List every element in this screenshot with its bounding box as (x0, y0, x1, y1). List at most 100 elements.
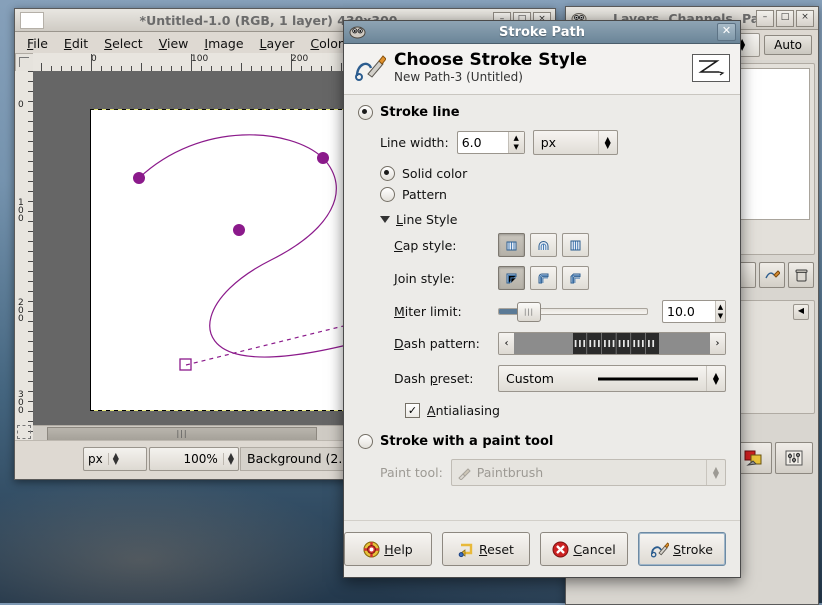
stroke-rest: troke (681, 541, 713, 557)
butt-cap-icon[interactable] (498, 233, 525, 257)
vruler-label-200: 200 (18, 298, 24, 324)
dash-scroll-left-icon[interactable]: ‹ (499, 333, 514, 354)
miter-limit-slider[interactable]: ||| (498, 302, 648, 322)
pattern-radio-row[interactable]: Pattern (380, 187, 726, 202)
bevel-join-icon[interactable] (562, 266, 589, 290)
cancel-button[interactable]: Cancel (540, 532, 628, 566)
vertical-ruler[interactable]: 0 100 200 300 (15, 71, 34, 441)
chevron-updown-icon: ▲ ▼ (107, 452, 119, 466)
dialog-header-subtitle: New Path-3 (Untitled) (394, 70, 523, 84)
cancel-x-icon (552, 541, 569, 558)
menu-file[interactable]: File (19, 34, 56, 53)
ruler-tick (91, 54, 92, 71)
help-button[interactable]: Help (344, 532, 432, 566)
ruler-tick (291, 54, 292, 71)
square-cap-icon[interactable] (562, 233, 589, 257)
miter-limit-rest: iter limit: (404, 304, 462, 319)
join-style-label: Join style: (394, 271, 498, 286)
dash-preset-label: Dash preset: (394, 371, 490, 386)
menu-image[interactable]: Image (196, 34, 251, 53)
stroke-paint-tool-radio-row[interactable]: Stroke with a paint tool (358, 434, 726, 449)
dash-pattern-label: Dash pattern: (394, 336, 490, 351)
window-menu-icon[interactable] (20, 11, 44, 29)
miter-limit-spinner[interactable]: ▲▼ (662, 300, 726, 323)
dialog-titlebar[interactable]: Stroke Path ✕ (344, 21, 740, 44)
menu-edit[interactable]: Edit (56, 34, 96, 53)
tool-options-icon[interactable] (775, 442, 813, 474)
menu-view[interactable]: View (151, 34, 197, 53)
reset-icon (458, 541, 475, 558)
cap-style-rest: ap style: (402, 237, 457, 253)
stroke-path-header-icon (354, 52, 386, 84)
menu-layer-rest: ayer (266, 35, 295, 51)
dash-preset-rest: reset: (437, 371, 474, 386)
dash-pattern-editor[interactable]: ‹ › (498, 332, 726, 355)
line-style-mnemonic: L (396, 212, 403, 227)
line-width-unit-combo[interactable]: px ▲ ▼ (532, 130, 618, 155)
antialiasing-row[interactable]: ✓ Antialiasing (405, 403, 726, 418)
menu-edit-mnemonic: E (63, 35, 72, 51)
antialiasing-checkbox[interactable]: ✓ (405, 403, 420, 418)
line-width-label: Line width: (380, 135, 449, 150)
dialog-title-text: Stroke Path (499, 24, 585, 40)
menu-edit-rest: dit (71, 35, 89, 51)
stroke-line-radio[interactable] (358, 105, 373, 120)
menu-layer-mnemonic: L (259, 35, 267, 51)
close-icon[interactable]: ✕ (717, 23, 736, 41)
stroke-button[interactable]: Stroke (638, 532, 726, 566)
panel-menu-icon[interactable]: ◀ (793, 304, 809, 320)
horizontal-scrollbar-thumb[interactable]: ||| (47, 427, 317, 441)
dash-pattern-segments (572, 333, 660, 354)
stroke-button-label: Stroke (673, 542, 713, 557)
round-join-icon[interactable] (530, 266, 557, 290)
dash-scroll-right-icon[interactable]: › (710, 333, 725, 354)
dialog-header: Choose Stroke Style New Path-3 (Untitled… (344, 44, 740, 95)
dash-pattern-track[interactable] (514, 333, 710, 354)
ruler-tick (341, 63, 342, 71)
solid-color-label: Solid color (402, 166, 468, 181)
pattern-radio[interactable] (380, 187, 395, 202)
vruler-label-0: 0 (18, 100, 24, 110)
chevron-updown-icon: ▲ ▼ (222, 452, 234, 466)
miter-limit-slider-handle[interactable]: ||| (517, 302, 541, 322)
dock-close-button[interactable]: × (796, 9, 814, 27)
paint-tool-row: Paint tool: Paintbrush ▲ ▼ (380, 459, 726, 486)
line-width-spinner[interactable]: ▲▼ (456, 131, 525, 154)
unit-combo[interactable]: px ▲ ▼ (83, 447, 147, 471)
miter-limit-spin-buttons[interactable]: ▲ ▼ (715, 301, 725, 322)
line-style-expander[interactable]: Line Style (380, 212, 726, 227)
ruler-tick (191, 54, 192, 71)
paint-tool-combo[interactable]: Paintbrush ▲ ▼ (450, 459, 726, 486)
chevron-updown-icon: ▲ ▼ (706, 460, 725, 485)
antialiasing-rest: ntialiasing (435, 403, 500, 418)
stroke-paint-tool-radio[interactable] (358, 434, 373, 449)
dash-preset-value: Custom (506, 371, 554, 386)
miter-join-icon[interactable] (498, 266, 525, 290)
miter-limit-mnemonic: M (394, 304, 405, 319)
dock-maximize-button[interactable]: □ (776, 9, 794, 27)
zoom-combo[interactable]: 100% ▲ ▼ (149, 447, 239, 471)
quickmask-toggle[interactable] (17, 425, 31, 439)
menu-select[interactable]: Select (96, 34, 151, 53)
dash-preset-combo[interactable]: Custom ▲ ▼ (498, 365, 726, 392)
menu-view-mnemonic: V (158, 35, 167, 51)
line-style-rest: ine Style (402, 212, 458, 227)
dock-minimize-button[interactable]: – (756, 9, 774, 27)
dash-preset-preview (554, 376, 706, 382)
round-cap-icon[interactable] (530, 233, 557, 257)
menu-layer[interactable]: Layer (252, 34, 303, 53)
ruler-corner[interactable] (15, 53, 35, 73)
stroke-line-radio-row[interactable]: Stroke line (358, 105, 726, 120)
solid-color-radio[interactable] (380, 166, 395, 181)
line-width-spin-buttons[interactable]: ▲ ▼ (507, 132, 524, 153)
line-width-input[interactable] (457, 135, 508, 150)
dash-preset-mnemonic: p (429, 371, 438, 386)
delete-icon[interactable] (788, 262, 814, 288)
stroke-path-icon[interactable] (759, 262, 785, 288)
auto-button[interactable]: Auto (764, 35, 812, 55)
ruler-tick (41, 63, 42, 71)
reset-button[interactable]: Reset (442, 532, 530, 566)
solid-color-radio-row[interactable]: Solid color (380, 166, 726, 181)
miter-limit-input[interactable] (663, 304, 715, 319)
stroke-paint-tool-label: Stroke with a paint tool (380, 434, 554, 449)
